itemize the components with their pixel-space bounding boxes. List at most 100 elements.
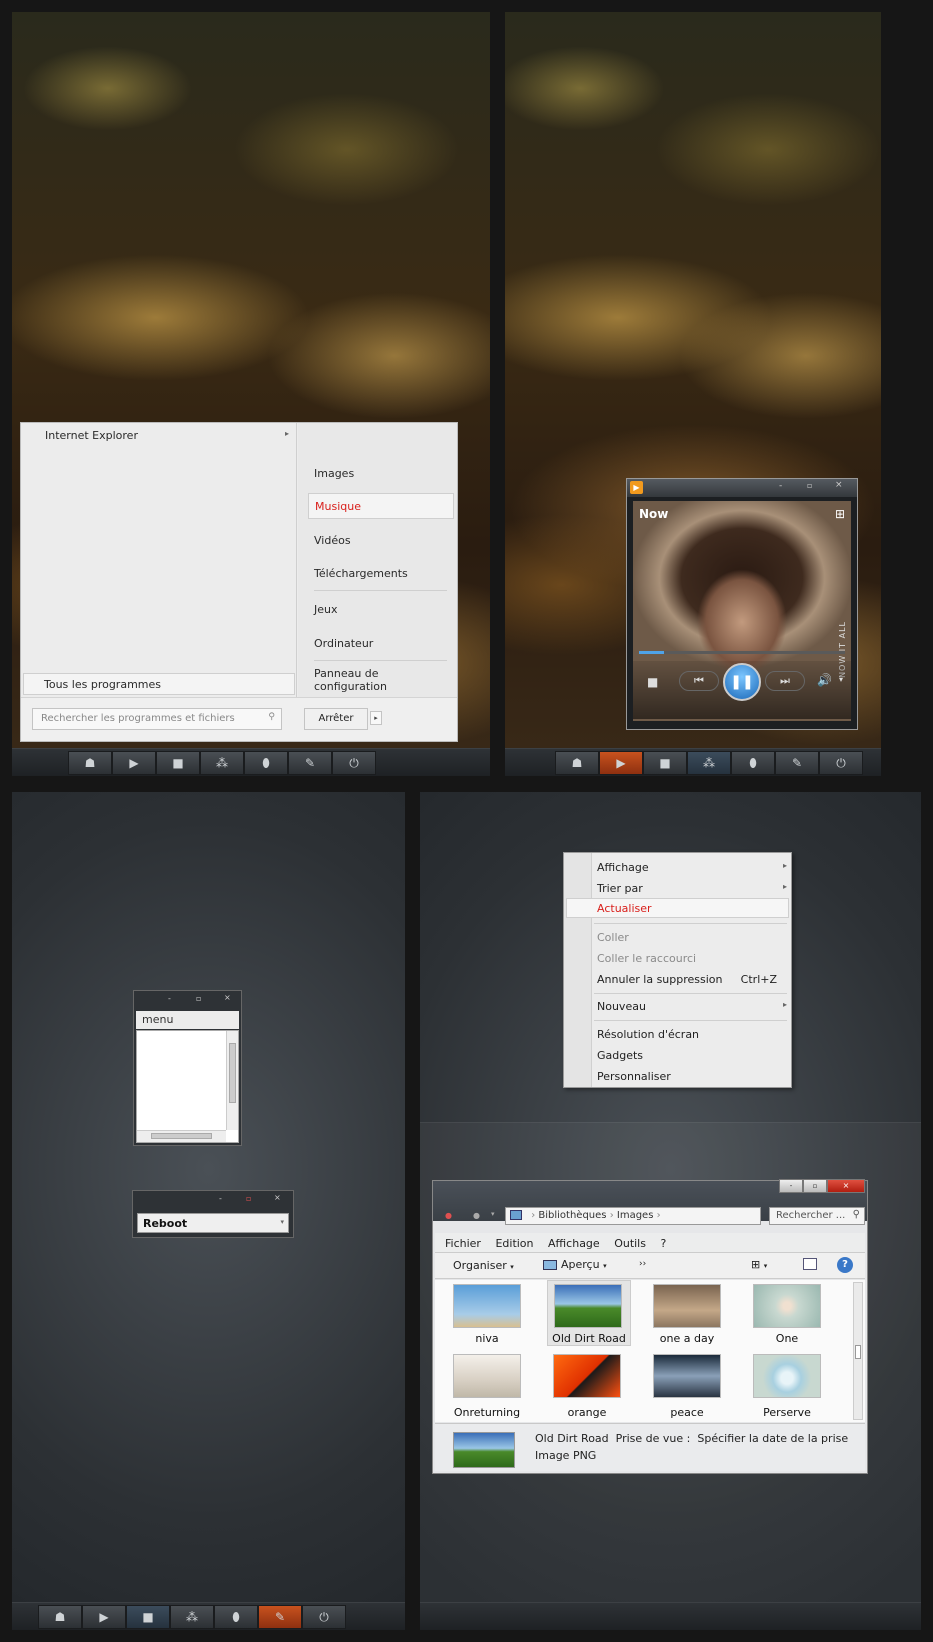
power-taskbar-button[interactable]: ⏻	[302, 1605, 346, 1629]
minimize-icon[interactable]: ‐	[219, 1194, 222, 1203]
start-menu-programs: Internet Explorer ▸ Tous les programmes	[21, 423, 297, 699]
video-taskbar-button[interactable]: ■	[156, 751, 200, 775]
menu-edition[interactable]: Edition	[495, 1237, 533, 1250]
address-bar[interactable]: › Bibliothèques › Images ›	[505, 1207, 761, 1225]
now-label: Now	[639, 507, 669, 521]
user-taskbar-button[interactable]: ☗	[68, 751, 112, 775]
program-internet-explorer[interactable]: Internet Explorer ▸	[45, 429, 289, 442]
taskbar: ☗ ▶ ■ ⁂ ⬮ ✎ ⏻	[505, 748, 881, 776]
shutdown-button[interactable]: Arrêter	[304, 708, 368, 730]
list-area[interactable]	[136, 1030, 239, 1143]
maximize-button[interactable]: ▫	[803, 1179, 827, 1193]
play-icon: ▶	[616, 756, 626, 770]
place-musique[interactable]: Musique	[308, 493, 454, 519]
reboot-select[interactable]: Reboot ▾	[137, 1213, 289, 1233]
breadcrumb-images[interactable]: Images	[617, 1210, 654, 1221]
preview-button[interactable]: Aperçu ▾	[543, 1258, 607, 1271]
network-taskbar-button[interactable]: ⁂	[200, 751, 244, 775]
mouse-taskbar-button[interactable]: ⬮	[731, 751, 775, 775]
close-button[interactable]: ×	[827, 1179, 865, 1193]
brush-taskbar-button[interactable]: ✎	[288, 751, 332, 775]
more-commands-icon[interactable]: ››	[639, 1259, 646, 1269]
close-icon[interactable]: ×	[835, 480, 843, 490]
view-options-icon[interactable]: ⊞ ▾	[751, 1258, 767, 1271]
menu-affichage[interactable]: Affichage	[548, 1237, 600, 1250]
horizontal-scrollbar[interactable]	[137, 1130, 226, 1142]
menu-label[interactable]: menu	[136, 1011, 239, 1029]
pause-button[interactable]: ❚❚	[723, 663, 761, 701]
breadcrumb-bibliotheques[interactable]: Bibliothèques	[538, 1210, 606, 1221]
ctx-resolution-ecran[interactable]: Résolution d'écran	[597, 1028, 699, 1041]
close-icon[interactable]: ×	[274, 1193, 281, 1202]
ctx-actualiser[interactable]: Actualiser	[566, 898, 789, 918]
place-videos[interactable]: Vidéos	[314, 534, 351, 547]
start-search-input[interactable]: Rechercher les programmes et fichiers ⚲	[32, 708, 282, 730]
switch-to-library-icon[interactable]: ⊞	[835, 507, 845, 521]
volume-dropdown-icon[interactable]: ▾	[839, 675, 843, 684]
close-icon[interactable]: ×	[224, 993, 231, 1002]
ctx-coller[interactable]: Coller	[597, 931, 629, 944]
mouse-taskbar-button[interactable]: ⬮	[214, 1605, 258, 1629]
maximize-icon[interactable]: ▫	[807, 481, 812, 490]
vertical-scrollbar[interactable]	[226, 1031, 238, 1130]
video-taskbar-button[interactable]: ■	[126, 1605, 170, 1629]
help-icon[interactable]: ?	[837, 1257, 853, 1273]
user-taskbar-button[interactable]: ☗	[38, 1605, 82, 1629]
previous-button[interactable]: ⏮	[679, 671, 719, 691]
place-panneau-configuration[interactable]: Panneau de configuration	[314, 667, 414, 693]
brush-icon: ✎	[791, 756, 803, 770]
brush-taskbar-button[interactable]: ✎	[775, 751, 819, 775]
stop-button[interactable]: ■	[647, 675, 658, 689]
seek-bar[interactable]	[639, 651, 845, 654]
shutdown-options-button[interactable]: ▸	[370, 711, 382, 725]
forward-button[interactable]: ●	[473, 1211, 480, 1220]
minimize-icon[interactable]: ‐	[168, 994, 171, 1003]
scroll-thumb[interactable]	[855, 1345, 861, 1359]
file-list[interactable]: niva Old Dirt Road one a day One Onretur…	[435, 1280, 865, 1422]
organize-button[interactable]: Organiser ▾	[453, 1259, 514, 1272]
network-taskbar-button[interactable]: ⁂	[170, 1605, 214, 1629]
menu-window-titlebar: ‐ ▫ ×	[134, 991, 241, 1009]
menu-fichier[interactable]: Fichier	[445, 1237, 481, 1250]
minimize-icon[interactable]: ‐	[779, 481, 782, 491]
menu-aide[interactable]: ?	[660, 1237, 666, 1250]
place-ordinateur[interactable]: Ordinateur	[314, 637, 373, 650]
media-player-window: ▶ ‐ ▫ × Now ⊞ NOW IT ALL ■ ⏮ ❚❚ ⏭ 🔊 ▾	[626, 478, 858, 730]
ctx-annuler-suppression[interactable]: Annuler la suppression Ctrl+Z	[597, 973, 777, 986]
ctx-nouveau[interactable]: Nouveau ▸	[597, 1000, 787, 1013]
place-jeux[interactable]: Jeux	[314, 603, 338, 616]
place-images[interactable]: Images	[314, 467, 354, 480]
ctx-affichage[interactable]: Affichage ▸	[597, 861, 787, 874]
all-programs-button[interactable]: Tous les programmes	[23, 673, 295, 695]
explorer-search-input[interactable]: Rechercher ... ⚲	[769, 1207, 865, 1225]
menu-outils[interactable]: Outils	[614, 1237, 646, 1250]
ctx-personnaliser[interactable]: Personnaliser	[597, 1070, 671, 1083]
next-button[interactable]: ⏭	[765, 671, 805, 691]
volume-icon[interactable]: 🔊	[817, 673, 832, 687]
power-taskbar-button[interactable]: ⏻	[819, 751, 863, 775]
desktop-panel-media-player: ▶ ‐ ▫ × Now ⊞ NOW IT ALL ■ ⏮ ❚❚ ⏭ 🔊 ▾ ☗ …	[505, 12, 881, 776]
play-taskbar-button[interactable]: ▶	[112, 751, 156, 775]
ctx-gadgets[interactable]: Gadgets	[597, 1049, 643, 1062]
minimize-button[interactable]: ‐	[779, 1179, 803, 1193]
place-telechargements[interactable]: Téléchargements	[314, 567, 408, 580]
history-dropdown-icon[interactable]: ▾	[491, 1210, 495, 1218]
network-taskbar-button[interactable]: ⁂	[687, 751, 731, 775]
play-taskbar-button[interactable]: ▶	[82, 1605, 126, 1629]
back-button[interactable]: ●	[445, 1211, 452, 1220]
vertical-scrollbar[interactable]	[853, 1282, 863, 1420]
preview-pane-icon[interactable]	[803, 1258, 817, 1270]
ctx-coller-raccourci[interactable]: Coller le raccourci	[597, 952, 696, 965]
brush-taskbar-button[interactable]: ✎	[258, 1605, 302, 1629]
details-file-type: Image PNG	[535, 1449, 597, 1462]
maximize-icon[interactable]: ▫	[246, 1194, 251, 1203]
mouse-taskbar-button[interactable]: ⬮	[244, 751, 288, 775]
maximize-icon[interactable]: ▫	[196, 994, 201, 1003]
user-taskbar-button[interactable]: ☗	[555, 751, 599, 775]
play-taskbar-button[interactable]: ▶	[599, 751, 643, 775]
power-taskbar-button[interactable]: ⏻	[332, 751, 376, 775]
thumbnail-old-dirt-road[interactable]: Old Dirt Road	[547, 1280, 631, 1346]
details-field-value[interactable]: Spécifier la date de la prise	[697, 1432, 848, 1445]
ctx-trier-par[interactable]: Trier par ▸	[597, 882, 787, 895]
video-taskbar-button[interactable]: ■	[643, 751, 687, 775]
